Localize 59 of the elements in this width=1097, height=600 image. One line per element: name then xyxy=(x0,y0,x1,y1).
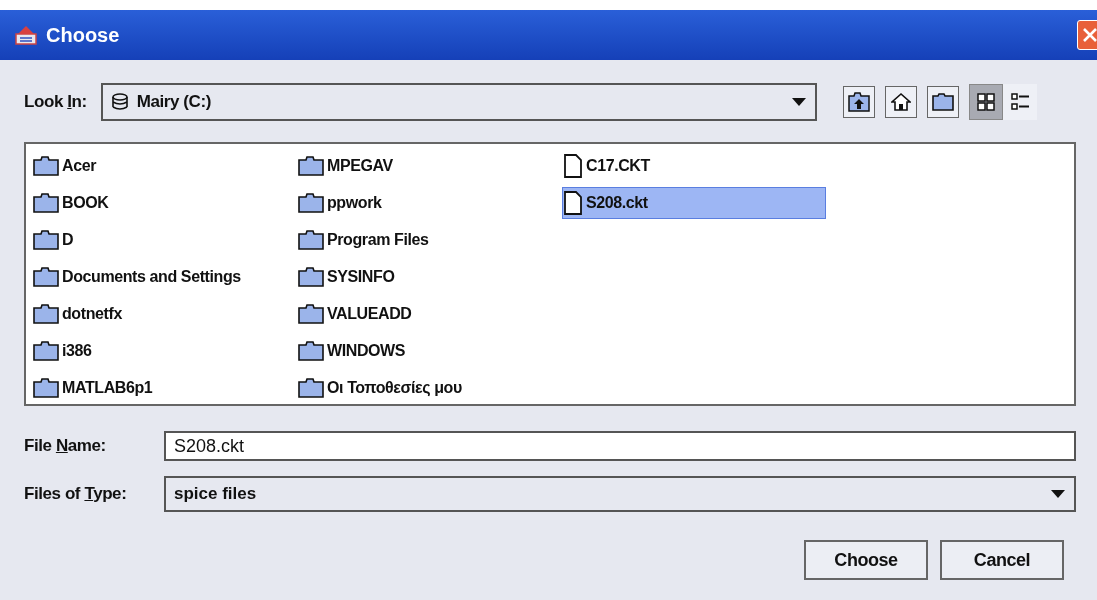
file-item[interactable]: D xyxy=(32,224,296,256)
folder-icon xyxy=(298,378,324,398)
look-in-label: Look In: xyxy=(24,91,87,114)
folder-icon xyxy=(33,378,59,398)
file-name-label: File Name: xyxy=(24,436,106,456)
file-icon xyxy=(563,191,583,215)
home-icon xyxy=(890,92,911,112)
file-type-dropdown[interactable]: spice files xyxy=(164,476,1076,512)
close-button[interactable] xyxy=(1077,20,1097,50)
file-icon xyxy=(563,154,583,178)
file-item[interactable]: Acer xyxy=(32,150,296,182)
file-item[interactable]: S208.ckt xyxy=(562,187,826,219)
folder-icon xyxy=(33,267,59,287)
folder-icon xyxy=(33,156,59,176)
file-item[interactable]: MPEGAV xyxy=(297,150,561,182)
file-item[interactable]: ppwork xyxy=(297,187,561,219)
folder-icon xyxy=(33,341,59,361)
file-type-label: Files of Type: xyxy=(24,484,127,504)
view-button[interactable] xyxy=(968,84,1003,120)
file-item[interactable]: Program Files xyxy=(297,224,561,256)
file-item[interactable]: i386 xyxy=(32,335,296,367)
file-item[interactable]: Documents and Settings xyxy=(32,261,296,293)
caret-icon xyxy=(1050,489,1066,499)
look-in-value: Mairy (C:) xyxy=(136,91,211,114)
details-view-icon xyxy=(1009,92,1030,112)
folder-icon xyxy=(298,156,324,176)
folder-icon xyxy=(33,230,59,250)
window-title: Choose xyxy=(46,23,120,48)
file-item[interactable]: SYSINFO xyxy=(297,261,561,293)
folder-icon xyxy=(298,230,324,250)
folder-icon xyxy=(298,304,324,324)
file-item[interactable]: MATLAB6p1 xyxy=(32,372,296,404)
list-view-icon xyxy=(975,92,996,112)
toolbar-button[interactable] xyxy=(884,86,917,118)
dialog-button[interactable]: Choose xyxy=(804,540,928,580)
file-item[interactable]: WINDOWS xyxy=(297,335,561,367)
folder-icon xyxy=(298,193,324,213)
folder-icon xyxy=(33,193,59,213)
file-item[interactable]: Οι Τοποθεσίες μου xyxy=(297,372,561,404)
folder-icon xyxy=(931,93,954,111)
file-item[interactable]: C17.CKT xyxy=(562,150,826,182)
close-icon xyxy=(1082,27,1097,43)
view-button[interactable] xyxy=(1002,84,1037,120)
up-folder-icon xyxy=(847,92,870,112)
dialog-button[interactable]: Cancel xyxy=(940,540,1064,580)
caret-icon xyxy=(790,97,807,107)
folder-icon xyxy=(33,304,59,324)
drive-icon xyxy=(110,93,129,111)
file-name-field[interactable]: S208.ckt xyxy=(164,431,1076,461)
file-item[interactable]: VALUEADD xyxy=(297,298,561,330)
toolbar-button[interactable] xyxy=(926,86,959,118)
file-item[interactable]: dotnetfx xyxy=(32,298,296,330)
app-icon xyxy=(14,24,38,46)
folder-icon xyxy=(298,341,324,361)
toolbar-button[interactable] xyxy=(842,86,875,118)
file-item[interactable]: BOOK xyxy=(32,187,296,219)
folder-icon xyxy=(298,267,324,287)
look-in-dropdown[interactable]: Mairy (C:) xyxy=(100,83,817,121)
file-type-value: spice files xyxy=(174,483,257,506)
